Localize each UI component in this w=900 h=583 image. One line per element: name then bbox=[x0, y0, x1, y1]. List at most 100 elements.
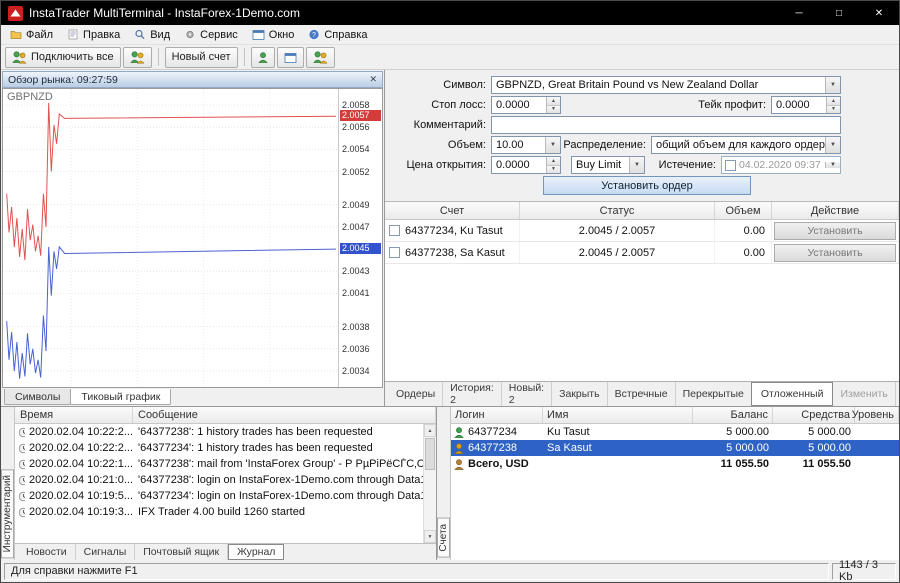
set-order-button[interactable]: Установить bbox=[774, 222, 896, 240]
spin-down-icon[interactable] bbox=[547, 166, 560, 174]
scrollbar-thumb[interactable] bbox=[425, 438, 435, 470]
price-tick-label: 2.0038 bbox=[342, 322, 370, 332]
place-order-button[interactable]: Установить ордер bbox=[543, 176, 751, 195]
tab-symbols[interactable]: Символы bbox=[4, 389, 71, 405]
toolbox-side-tab[interactable]: Инструментарий bbox=[1, 469, 14, 558]
tab-counter[interactable]: Встречные bbox=[608, 382, 676, 406]
order-form: Символ: GBPNZD, Great Britain Pound vs N… bbox=[385, 70, 899, 201]
ask-price-label: 2.0057 bbox=[340, 110, 381, 121]
tab-tick-chart[interactable]: Тиковый график bbox=[70, 389, 171, 405]
scroll-up-icon[interactable] bbox=[424, 424, 436, 437]
order-type-select[interactable]: Buy Limit bbox=[571, 156, 645, 174]
take-profit-input[interactable]: 0.0000 bbox=[771, 96, 841, 114]
tab-new[interactable]: Новый: 2 bbox=[502, 382, 552, 406]
open-price-label: Цена открытия: bbox=[393, 159, 491, 171]
distribution-select[interactable]: общий объем для каждого ордера bbox=[651, 136, 841, 154]
market-watch-close-icon[interactable] bbox=[369, 74, 377, 85]
tab-delete[interactable]: Удалить bbox=[896, 382, 900, 406]
journal-row[interactable]: 2020.02.04 10:22:2... '64377234': 1 hist… bbox=[15, 440, 436, 456]
menu-item-edit[interactable]: Правка bbox=[60, 25, 127, 44]
symbol-select[interactable]: GBPNZD, Great Britain Pound vs New Zeala… bbox=[491, 76, 841, 94]
order-row[interactable]: 64377234, Ku Tasut 2.0045 / 2.0057 0.00 … bbox=[385, 220, 899, 242]
minimize-button[interactable]: ─ bbox=[779, 1, 819, 25]
volume-select[interactable]: 10.00 bbox=[491, 136, 561, 154]
tab-close[interactable]: Закрыть bbox=[552, 382, 607, 406]
expiration-checkbox[interactable] bbox=[725, 160, 736, 171]
journal-row[interactable]: 2020.02.04 10:22:2... '64377238': 1 hist… bbox=[15, 424, 436, 440]
tab-overlapped[interactable]: Перекрытые bbox=[676, 382, 752, 406]
price-scale: 2.00582.00562.00542.00522.00492.00472.00… bbox=[338, 89, 382, 387]
journal-row[interactable]: 2020.02.04 10:19:5... '64377234': login … bbox=[15, 488, 436, 504]
journal-row[interactable]: 2020.02.04 10:19:3... IFX Trader 4.00 bu… bbox=[15, 504, 436, 520]
connect-all-button[interactable]: Подключить все bbox=[5, 47, 121, 68]
chevron-down-icon[interactable] bbox=[545, 137, 560, 153]
svg-text:?: ? bbox=[312, 32, 316, 39]
order-row[interactable]: 64377238, Sa Kasut 2.0045 / 2.0057 0.00 … bbox=[385, 242, 899, 264]
person-icon bbox=[454, 443, 464, 454]
account-row[interactable]: 64377234 Ku Tasut 5 000.00 5 000.00 bbox=[451, 424, 899, 440]
spin-down-icon[interactable] bbox=[547, 106, 560, 114]
tab-history[interactable]: История: 2 bbox=[443, 382, 502, 406]
maximize-button[interactable]: □ bbox=[819, 1, 859, 25]
stop-loss-label: Стоп лосс: bbox=[393, 99, 491, 111]
journal-row[interactable]: 2020.02.04 10:22:1... '64377238': mail f… bbox=[15, 456, 436, 472]
column-header-login: Логин bbox=[451, 407, 543, 423]
tab-journal[interactable]: Журнал bbox=[228, 544, 284, 560]
menu-item-file[interactable]: Файл bbox=[3, 25, 60, 44]
stop-loss-input[interactable]: 0.0000 bbox=[491, 96, 561, 114]
chevron-down-icon[interactable] bbox=[825, 77, 840, 93]
menu-item-view[interactable]: Вид bbox=[127, 25, 177, 44]
column-header-account: Счет bbox=[385, 202, 520, 219]
order-row-checkbox[interactable] bbox=[389, 225, 400, 236]
column-header-level: Уровень bbox=[855, 407, 899, 423]
spin-up-icon[interactable] bbox=[547, 97, 560, 106]
comment-input[interactable] bbox=[491, 116, 841, 134]
close-button[interactable]: ✕ bbox=[859, 1, 899, 25]
order-row-checkbox[interactable] bbox=[389, 247, 400, 258]
spin-down-icon[interactable] bbox=[827, 106, 840, 114]
menu-item-service[interactable]: Сервис bbox=[177, 25, 245, 44]
column-header-time: Время bbox=[15, 407, 133, 423]
expiration-field[interactable]: 04.02.2020 09:37 bbox=[721, 156, 841, 174]
set-order-button[interactable]: Установить bbox=[774, 244, 896, 262]
chevron-down-icon[interactable] bbox=[629, 157, 644, 173]
menu-item-help[interactable]: ? Справка bbox=[301, 25, 374, 44]
tab-mailbox[interactable]: Почтовый ящик bbox=[135, 544, 228, 560]
journal-tabs: Новости Сигналы Почтовый ящик Журнал bbox=[15, 543, 436, 560]
calendar-dropdown-icon[interactable] bbox=[825, 162, 840, 168]
people-icon bbox=[12, 51, 27, 64]
chevron-down-icon[interactable] bbox=[825, 137, 840, 153]
toolbar: Подключить все Новый счет bbox=[1, 45, 899, 70]
spin-up-icon[interactable] bbox=[827, 97, 840, 106]
tab-news[interactable]: Новости bbox=[18, 544, 76, 560]
window-controls: ─ □ ✕ bbox=[779, 1, 899, 25]
journal-panel: Время Сообщение 2020.02.04 10:22:2... '6… bbox=[15, 407, 437, 560]
toolbar-separator bbox=[158, 48, 159, 66]
journal-scrollbar[interactable] bbox=[423, 424, 436, 543]
price-tick-label: 2.0054 bbox=[342, 144, 370, 154]
account-row-selected[interactable]: 64377238 Sa Kasut 5 000.00 5 000.00 bbox=[451, 440, 899, 456]
scroll-down-icon[interactable] bbox=[424, 530, 436, 543]
menubar: Файл Правка Вид Сервис Окно ? Справка bbox=[1, 25, 899, 45]
menu-item-window[interactable]: Окно bbox=[245, 25, 302, 44]
new-account-button[interactable]: Новый счет bbox=[165, 47, 238, 68]
accounts-view-button[interactable] bbox=[251, 47, 275, 68]
tile-windows-button[interactable] bbox=[277, 47, 304, 68]
status-traffic: 1143 / 3 Kb bbox=[832, 563, 896, 580]
tab-pending[interactable]: Отложенный bbox=[751, 382, 834, 406]
accounts-side-tab[interactable]: Счета bbox=[437, 518, 450, 558]
price-tick-label: 2.0049 bbox=[342, 200, 370, 210]
clock-icon bbox=[18, 491, 25, 502]
tab-orders[interactable]: Ордеры bbox=[389, 382, 443, 406]
spin-up-icon[interactable] bbox=[547, 157, 560, 166]
journal-row[interactable]: 2020.02.04 10:21:0... '64377238': login … bbox=[15, 472, 436, 488]
toolbox-strip: Инструментарий bbox=[1, 407, 15, 560]
order-panel: Символ: GBPNZD, Great Britain Pound vs N… bbox=[385, 70, 899, 406]
accounts-list-button[interactable] bbox=[306, 47, 335, 68]
disconnect-all-button[interactable] bbox=[123, 47, 152, 68]
journal-table: Время Сообщение 2020.02.04 10:22:2... '6… bbox=[15, 407, 436, 543]
tab-signals[interactable]: Сигналы bbox=[76, 544, 136, 560]
person-icon bbox=[258, 52, 268, 63]
tab-modify[interactable]: Изменить bbox=[833, 382, 895, 406]
open-price-input[interactable]: 0.0000 bbox=[491, 156, 561, 174]
